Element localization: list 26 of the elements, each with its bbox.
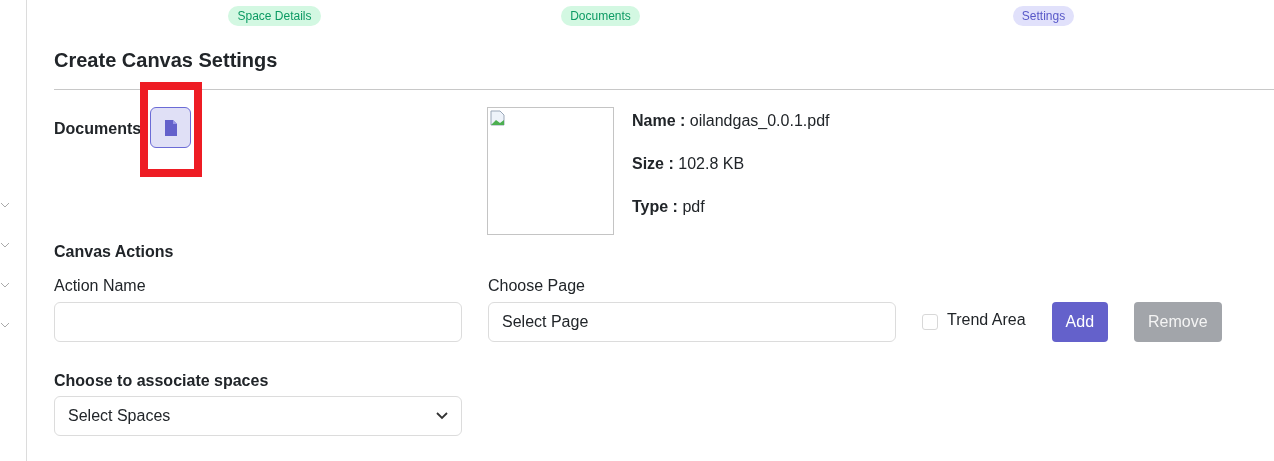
step-badge[interactable]: Space Details — [228, 6, 321, 26]
chevron-down-icon — [0, 320, 10, 330]
step-badge[interactable]: Settings — [1012, 6, 1075, 26]
field-label: Choose to associate spaces — [54, 371, 270, 391]
page-select[interactable]: Select Page — [488, 302, 896, 342]
add-button[interactable]: Add — [1051, 302, 1109, 342]
checkbox-label: Trend Area — [947, 310, 1026, 330]
document-icon — [164, 119, 177, 136]
step-badge[interactable]: Documents — [561, 6, 640, 26]
file-info: Size : 102.8 KB — [632, 154, 746, 174]
chevron-down-icon — [0, 280, 10, 290]
action-name-field[interactable] — [54, 302, 462, 342]
spaces-select[interactable]: Select Spaces — [54, 396, 462, 436]
chevron-down-icon — [0, 240, 10, 250]
chevron-down-icon — [436, 412, 448, 420]
field-label: Action Name — [54, 276, 147, 296]
field-label: Choose Page — [488, 276, 586, 296]
chevron-down-icon — [0, 200, 10, 210]
file-info: Name : oilandgas_0.0.1.pdf — [632, 111, 830, 131]
documents-label: Documents — [54, 119, 142, 139]
broken-image-icon — [490, 110, 506, 126]
document-button[interactable] — [150, 107, 192, 148]
page-title: Create Canvas Settings — [54, 48, 279, 73]
checkbox[interactable] — [922, 314, 938, 330]
file-info: Type : pdf — [632, 197, 706, 217]
section-heading: Canvas Actions — [54, 242, 175, 262]
